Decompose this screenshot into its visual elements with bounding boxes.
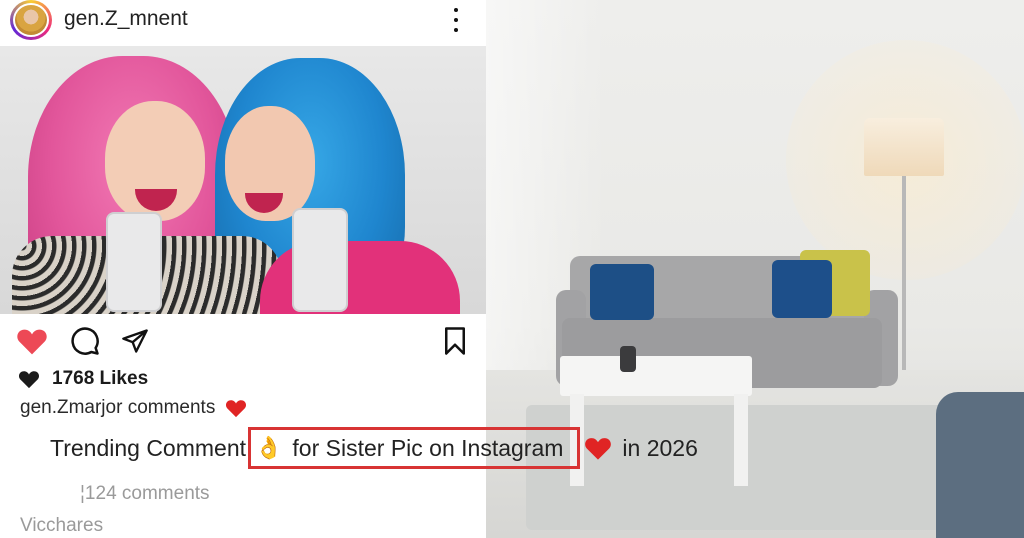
heart-icon: [585, 438, 612, 460]
view-comments-link[interactable]: ¦124 comments: [80, 483, 210, 505]
post-header: gen.Z_mnent: [0, 0, 486, 46]
armchair: [936, 392, 1024, 538]
headline-boxed-text: for Sister Pic on Instagram: [292, 435, 564, 461]
heart-icon[interactable]: [16, 326, 48, 356]
heart-icon: [18, 371, 40, 389]
bookmark-icon[interactable]: [442, 326, 468, 356]
post-image: [0, 46, 486, 314]
caption-text: gen.Zmarjor comments: [20, 397, 216, 418]
coffee-table: [560, 356, 752, 396]
post-actions: [0, 322, 486, 362]
shares-count: Vicchares: [20, 515, 104, 536]
share-icon[interactable]: [120, 327, 150, 355]
highlight-box: 👌 for Sister Pic on Instagram: [248, 427, 581, 469]
headline-part2: in 2026: [622, 435, 698, 461]
username[interactable]: gen.Z_mnent: [64, 7, 188, 31]
floor-lamp: [864, 118, 944, 176]
likes-row: 1768 Likes: [18, 368, 148, 390]
comment-icon[interactable]: [70, 326, 100, 356]
heart-icon: [226, 400, 247, 418]
more-options-icon[interactable]: [448, 6, 464, 34]
headline: Trending Comment 👌 for Sister Pic on Ins…: [50, 427, 698, 469]
avatar[interactable]: [10, 0, 52, 40]
likes-count[interactable]: 1768 Likes: [52, 368, 148, 390]
caption: gen.Zmarjor comments: [20, 397, 247, 419]
avatar-image: [15, 5, 47, 35]
headline-part1: Trending Comment: [50, 435, 247, 461]
ok-hand-icon: 👌: [255, 435, 283, 460]
